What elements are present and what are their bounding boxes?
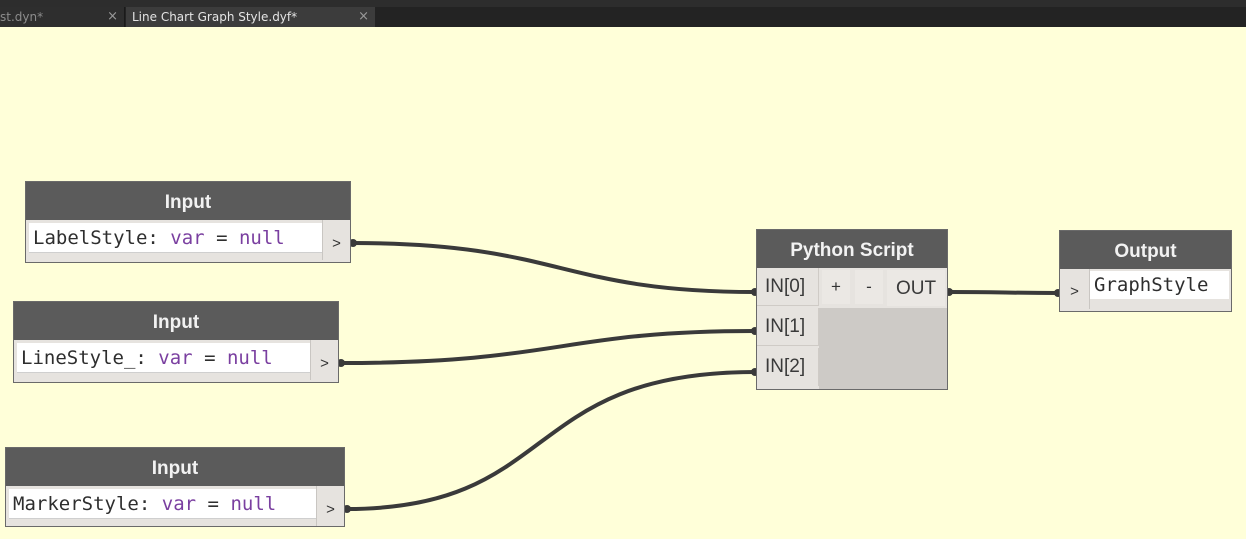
- node-title: Input: [6, 448, 344, 486]
- equals: =: [216, 227, 228, 249]
- input-code-field[interactable]: LabelStyle: var = null: [29, 223, 322, 253]
- input-port[interactable]: >: [1060, 269, 1090, 309]
- input-port-in2[interactable]: IN[2]: [757, 348, 819, 386]
- input-node-markerstyle[interactable]: Input MarkerStyle: var = null >: [5, 447, 345, 527]
- colon: :: [135, 347, 147, 369]
- input-node-linestyle[interactable]: Input LineStyle_: var = null >: [13, 301, 339, 383]
- node-title: Output: [1060, 231, 1231, 269]
- node-title: Python Script: [757, 230, 947, 268]
- equals: =: [204, 347, 216, 369]
- wire-linestyle-in1[interactable]: [340, 329, 756, 365]
- output-port[interactable]: >: [310, 340, 338, 380]
- type-keyword: var: [161, 493, 197, 515]
- param-name: LineStyle_: [21, 347, 136, 369]
- value-keyword: null: [238, 227, 285, 249]
- equals: =: [207, 493, 219, 515]
- node-body: [819, 308, 947, 389]
- remove-input-button[interactable]: -: [855, 270, 883, 304]
- output-node-graphstyle[interactable]: Output > GraphStyle: [1059, 230, 1232, 312]
- python-script-node[interactable]: Python Script IN[0] IN[1] IN[2] + - OUT: [756, 229, 948, 390]
- value-keyword: null: [230, 493, 277, 515]
- param-name: MarkerStyle: [13, 493, 139, 515]
- output-port[interactable]: >: [322, 220, 350, 260]
- node-title: Input: [26, 182, 350, 220]
- input-code-field[interactable]: MarkerStyle: var = null: [9, 489, 316, 519]
- value-keyword: null: [226, 347, 273, 369]
- input-code-field[interactable]: LineStyle_: var = null: [17, 343, 310, 373]
- add-input-button[interactable]: +: [822, 270, 850, 304]
- output-name-field[interactable]: GraphStyle: [1090, 271, 1229, 299]
- node-title: Input: [14, 302, 338, 340]
- param-name: LabelStyle: [33, 227, 148, 249]
- wire-labelstyle-in0[interactable]: [352, 241, 756, 294]
- colon: :: [147, 227, 159, 249]
- type-keyword: var: [158, 347, 193, 369]
- wire-markerstyle-in2[interactable]: [346, 370, 756, 511]
- input-port-in0[interactable]: IN[0]: [757, 268, 819, 306]
- output-port-out[interactable]: OUT: [887, 270, 945, 306]
- wire-out-graphstyle[interactable]: [948, 290, 1059, 295]
- type-keyword: var: [170, 227, 205, 249]
- output-port[interactable]: >: [316, 486, 344, 526]
- input-node-labelstyle[interactable]: Input LabelStyle: var = null >: [25, 181, 351, 263]
- input-port-in1[interactable]: IN[1]: [757, 308, 819, 346]
- colon: :: [138, 493, 151, 515]
